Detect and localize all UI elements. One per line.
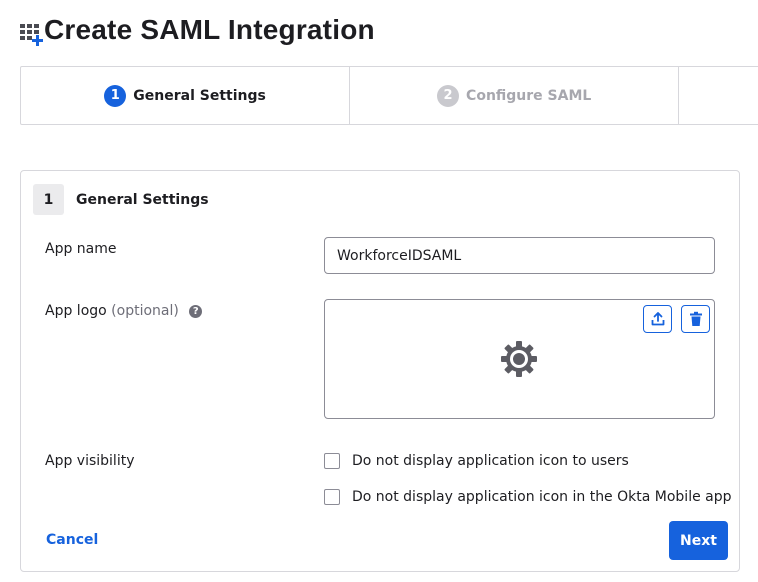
step-number-badge: 2: [437, 84, 460, 107]
step-configure-saml: 2 Configure SAML: [350, 67, 680, 124]
app-logo-label-group: App logo (optional) ?: [45, 303, 203, 319]
hide-icon-mobile-checkbox[interactable]: [324, 489, 340, 505]
app-name-input[interactable]: [324, 237, 715, 274]
delete-logo-button[interactable]: [681, 305, 710, 333]
page: Create SAML Integration 1 General Settin…: [0, 0, 758, 582]
step-general-settings: 1 General Settings: [21, 67, 351, 124]
cancel-button[interactable]: Cancel: [46, 532, 98, 548]
app-visibility-label: App visibility: [45, 453, 135, 469]
section-header: 1 General Settings: [33, 184, 209, 215]
next-button[interactable]: Next: [669, 521, 728, 560]
upload-icon: [651, 312, 664, 326]
help-icon[interactable]: ?: [189, 305, 203, 318]
general-settings-card: 1 General Settings App name App logo (op…: [20, 170, 740, 572]
hide-icon-users-checkbox[interactable]: [324, 453, 340, 469]
section-number: 1: [33, 184, 64, 215]
checkbox-label[interactable]: Do not display application icon to users: [352, 453, 629, 469]
add-app-grid-icon: [18, 16, 44, 46]
checkbox-label[interactable]: Do not display application icon in the O…: [352, 489, 732, 505]
trash-icon: [689, 311, 702, 326]
upload-logo-button[interactable]: [643, 305, 672, 333]
wizard-stepper: 1 General Settings 2 Configure SAML: [20, 66, 758, 125]
hide-icon-users-option[interactable]: Do not display application icon to users: [324, 453, 629, 469]
section-title: General Settings: [76, 191, 209, 208]
step-label: General Settings: [133, 87, 266, 104]
step-feedback: [679, 67, 758, 124]
step-number-badge: 1: [104, 84, 127, 107]
optional-hint: (optional): [111, 303, 179, 319]
step-label: Configure SAML: [466, 87, 592, 104]
gear-icon: [500, 340, 538, 378]
hide-icon-mobile-option[interactable]: Do not display application icon in the O…: [324, 489, 732, 505]
page-title: Create SAML Integration: [44, 14, 375, 45]
app-logo-label: App logo: [45, 303, 107, 319]
app-name-label: App name: [45, 241, 117, 257]
page-header: Create SAML Integration: [18, 14, 375, 46]
app-logo-dropzone[interactable]: [324, 299, 715, 419]
